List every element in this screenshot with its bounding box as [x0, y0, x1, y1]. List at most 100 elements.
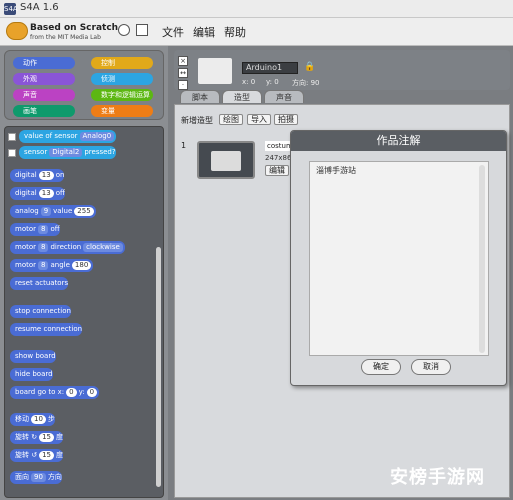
direction-dropdown[interactable]: clockwise	[83, 243, 123, 252]
sensor-dropdown[interactable]: Digital2	[49, 148, 83, 157]
category-sensing[interactable]: 侦测	[91, 73, 153, 85]
block-motor-direction[interactable]: motor 8 direction clockwise	[10, 241, 125, 254]
project-notes-dialog: 作品注解 淄博手游站 确定 取消	[290, 130, 507, 386]
block-turn-right[interactable]: 旋转 ↻ 15 度	[10, 431, 64, 444]
costume-size: 247x86	[265, 154, 292, 162]
menu-bar: Based on Scratch from the MIT Media Lab …	[0, 18, 513, 46]
sprite-name-field[interactable]: Arduino1	[242, 62, 298, 74]
sprite-direction: 方向: 90	[292, 78, 320, 88]
title-bar: S4A S4A 1.6	[0, 0, 513, 18]
camera-button[interactable]: 拍摄	[274, 114, 298, 125]
rotate-full-icon[interactable]: ×	[178, 56, 188, 66]
block-turn-left[interactable]: 旋转 ↺ 15 度	[10, 449, 64, 462]
notes-scrollbar[interactable]	[479, 165, 485, 353]
sprite-x: x: 0	[242, 78, 255, 86]
tab-scripts[interactable]: 脚本	[180, 90, 220, 103]
new-costume-label: 新增造型	[181, 116, 213, 125]
block-label: 步	[47, 415, 55, 423]
block-label: value of sensor	[24, 132, 78, 140]
block-label: analog	[15, 207, 39, 215]
block-stop-connection[interactable]: stop connection	[10, 305, 71, 318]
block-label: digital	[15, 189, 37, 197]
app-icon: S4A	[4, 3, 18, 15]
direction-dropdown[interactable]: 90	[31, 473, 46, 482]
paint-button[interactable]: 绘图	[219, 114, 243, 125]
block-palette: value of sensor Analog0 sensor Digital2 pre…	[4, 126, 164, 498]
globe-icon[interactable]	[118, 24, 130, 36]
category-control[interactable]: 控制	[91, 57, 153, 69]
dialog-title: 作品注解	[291, 131, 506, 151]
y-input[interactable]: 0	[86, 388, 98, 397]
value-input[interactable]: 255	[74, 207, 94, 216]
block-checkbox[interactable]	[8, 149, 16, 157]
block-motor-angle[interactable]: motor 8 angle 180	[10, 259, 94, 272]
rotate-none-icon[interactable]: ·	[178, 80, 188, 90]
steps-input[interactable]: 10	[31, 415, 46, 424]
import-button[interactable]: 导入	[247, 114, 271, 125]
edit-costume-button[interactable]: 编辑	[265, 165, 289, 176]
block-move-steps[interactable]: 移动 10 步	[10, 413, 55, 426]
block-digital-on[interactable]: digital 13 on	[10, 169, 65, 182]
menu-file[interactable]: 文件	[162, 24, 184, 40]
category-selector: 动作 控制 外观 侦测 声音 数字和逻辑运算 画笔 变量	[4, 50, 164, 120]
category-pen[interactable]: 画笔	[13, 105, 75, 117]
block-show-board[interactable]: show board	[10, 350, 56, 363]
tab-costumes[interactable]: 造型	[222, 90, 262, 103]
palette-scrollbar[interactable]	[156, 247, 161, 487]
menu-help[interactable]: 帮助	[224, 24, 246, 40]
pin-input[interactable]: 13	[38, 171, 54, 180]
x-input[interactable]: 0	[66, 388, 77, 397]
category-motion[interactable]: 动作	[13, 57, 75, 69]
block-label: off	[55, 189, 65, 197]
block-value-of-sensor[interactable]: value of sensor Analog0	[19, 130, 117, 143]
block-label: digital	[15, 171, 37, 179]
menu-edit[interactable]: 编辑	[193, 24, 215, 40]
block-label: y:	[78, 388, 85, 396]
degrees-input[interactable]: 15	[39, 433, 55, 442]
ok-button[interactable]: 确定	[361, 359, 401, 375]
degrees-input[interactable]: 15	[39, 451, 55, 460]
category-sound[interactable]: 声音	[13, 89, 75, 101]
block-sensor-pressed[interactable]: sensor Digital2 pressed?	[19, 146, 116, 159]
block-hide-board[interactable]: hide board	[10, 368, 53, 381]
block-point-direction[interactable]: 面向 90 方向	[10, 471, 62, 484]
logo-subtitle: from the MIT Media Lab	[30, 34, 101, 41]
block-label: motor	[15, 243, 37, 251]
block-checkbox[interactable]	[8, 133, 16, 141]
notes-textarea[interactable]: 淄博手游站	[309, 161, 489, 356]
cancel-button[interactable]: 取消	[411, 359, 451, 375]
x-label: x:	[242, 78, 249, 86]
block-motor-off[interactable]: motor 8 off	[10, 223, 60, 236]
sprite-y: y: 0	[266, 78, 279, 86]
x-value: 0	[250, 78, 256, 86]
block-resume-connection[interactable]: resume connection	[10, 323, 83, 336]
block-board-goto[interactable]: board go to x: 0 y: 0	[10, 386, 100, 399]
block-digital-off[interactable]: digital 13 off	[10, 187, 65, 200]
motor-dropdown[interactable]: 8	[38, 243, 49, 252]
watermark: 安榜手游网	[390, 467, 485, 488]
block-reset-actuators[interactable]: reset actuators	[10, 277, 69, 290]
rotate-flip-icon[interactable]: ↔	[178, 68, 188, 78]
block-label: motor	[15, 225, 37, 233]
motor-dropdown[interactable]: 8	[38, 261, 49, 270]
arduino-board-image	[211, 151, 241, 171]
block-label: on	[55, 171, 65, 179]
pin-dropdown[interactable]: 9	[40, 207, 52, 216]
angle-input[interactable]: 180	[71, 261, 92, 270]
pin-input[interactable]: 13	[38, 189, 54, 198]
window-title: S4A 1.6	[20, 2, 59, 13]
direction-value: 90	[310, 79, 320, 87]
block-analog-value[interactable]: analog 9 value 255	[10, 205, 96, 218]
save-icon[interactable]	[136, 24, 148, 36]
category-looks[interactable]: 外观	[13, 73, 75, 85]
category-variables[interactable]: 变量	[91, 105, 153, 117]
category-operators[interactable]: 数字和逻辑运算	[91, 89, 153, 101]
scratch-logo-icon	[6, 22, 28, 40]
block-label: board go to x:	[15, 388, 65, 396]
motor-dropdown[interactable]: 8	[38, 225, 49, 234]
tab-sounds[interactable]: 声音	[264, 90, 304, 103]
sensor-dropdown[interactable]: Analog0	[79, 132, 115, 141]
lock-icon[interactable]: 🔒	[304, 62, 315, 72]
costume-thumbnail[interactable]	[197, 141, 255, 179]
block-label: 度	[56, 451, 64, 459]
